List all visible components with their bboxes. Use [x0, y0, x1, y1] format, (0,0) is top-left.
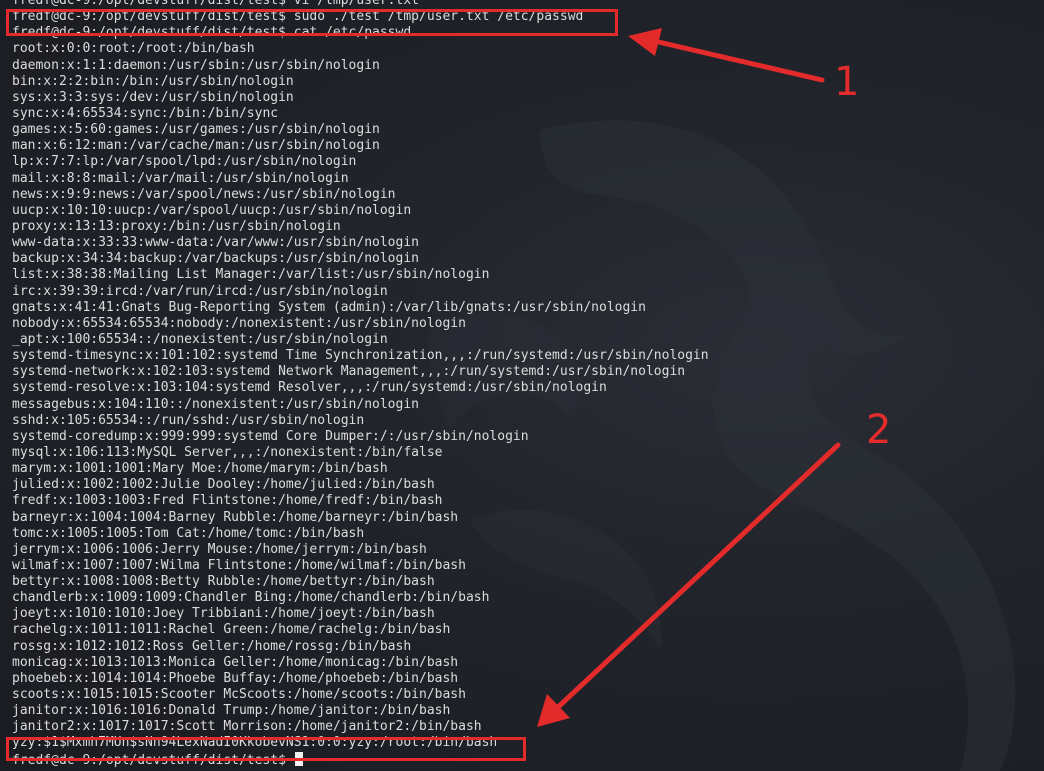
- terminal-output-line: gnats:x:41:41:Gnats Bug-Reporting System…: [12, 299, 646, 315]
- terminal-output-line: irc:x:39:39:ircd:/var/run/ircd:/usr/sbin…: [12, 283, 388, 299]
- terminal-output-line: bettyr:x:1008:1008:Betty Rubble:/home/be…: [12, 574, 435, 590]
- terminal-output-line: messagebus:x:104:110::/nonexistent:/usr/…: [12, 396, 419, 412]
- terminal-output-line: phoebeb:x:1014:1014:Phoebe Buffay:/home/…: [12, 670, 459, 686]
- terminal-output-line: _apt:x:100:65534::/nonexistent:/usr/sbin…: [12, 331, 388, 347]
- terminal-output-line: systemd-resolve:x:103:104:systemd Resolv…: [12, 380, 607, 396]
- terminal-output-line: list:x:38:38:Mailing List Manager:/var/l…: [12, 267, 490, 283]
- terminal-output-line: janitor:x:1016:1016:Donald Trump:/home/j…: [12, 703, 451, 719]
- annotation-number-2: 2: [866, 407, 892, 453]
- terminal-output-line: wilmaf:x:1007:1007:Wilma Flintstone:/hom…: [12, 557, 466, 573]
- annotation-number-1: 1: [834, 59, 860, 105]
- terminal-output-line: jerrym:x:1006:1006:Jerry Mouse:/home/jer…: [12, 541, 427, 557]
- terminal-output-line: barneyr:x:1004:1004:Barney Rubble:/home/…: [12, 509, 459, 525]
- terminal-output-line: man:x:6:12:man:/var/cache/man:/usr/sbin/…: [12, 138, 380, 154]
- terminal-output-line: mail:x:8:8:mail:/var/mail:/usr/sbin/nolo…: [12, 170, 349, 186]
- terminal-output-line: games:x:5:60:games:/usr/games:/usr/sbin/…: [12, 122, 380, 138]
- terminal-output-line: nobody:x:65534:65534:nobody:/nonexistent…: [12, 315, 466, 331]
- terminal-window[interactable]: fredf@dc-9:/opt/devstuff/dist/test$ vi /…: [0, 0, 1044, 771]
- terminal-output-line: root:x:0:0:root:/root:/bin/bash: [12, 41, 255, 57]
- terminal-output-line: rachelg:x:1011:1011:Rachel Green:/home/r…: [12, 622, 451, 638]
- terminal-output-line: yzy:$1$Mxmh7MUn$sNn94LexNadI0KkobevNS1:0…: [12, 735, 498, 751]
- terminal-output-line: www-data:x:33:33:www-data:/var/www:/usr/…: [12, 235, 419, 251]
- terminal-output-line: sync:x:4:65534:sync:/bin:/bin/sync: [12, 105, 279, 121]
- terminal-output-line: joeyt:x:1010:1010:Joey Tribbiani:/home/j…: [12, 606, 435, 622]
- terminal-output-line: julied:x:1002:1002:Julie Dooley:/home/ju…: [12, 477, 435, 493]
- terminal-output-line: daemon:x:1:1:daemon:/usr/sbin:/usr/sbin/…: [12, 57, 380, 73]
- terminal-output-line: mysql:x:106:113:MySQL Server,,,:/nonexis…: [12, 444, 443, 460]
- terminal-prompt-line: fredf@dc-9:/opt/devstuff/dist/test$ sudo…: [12, 9, 584, 25]
- terminal-output-line: lp:x:7:7:lp:/var/spool/lpd:/usr/sbin/nol…: [12, 154, 357, 170]
- terminal-output-line: monicag:x:1013:1013:Monica Geller:/home/…: [12, 654, 459, 670]
- terminal-output-line: tomc:x:1005:1005:Tom Cat:/home/tomc:/bin…: [12, 525, 365, 541]
- terminal-output-line: fredf:x:1003:1003:Fred Flintstone:/home/…: [12, 493, 443, 509]
- terminal-output-line: systemd-network:x:102:103:systemd Networ…: [12, 364, 686, 380]
- terminal-output-line: scoots:x:1015:1015:Scooter McScoots:/hom…: [12, 687, 466, 703]
- terminal-output-line: news:x:9:9:news:/var/spool/news:/usr/sbi…: [12, 186, 396, 202]
- terminal-output-line: sys:x:3:3:sys:/dev:/usr/sbin/nologin: [12, 89, 294, 105]
- terminal-output: fredf@dc-9:/opt/devstuff/dist/test$ vi /…: [12, 0, 709, 768]
- terminal-output-line: marym:x:1001:1001:Mary Moe:/home/marym:/…: [12, 461, 388, 477]
- terminal-output-line: proxy:x:13:13:proxy:/bin:/usr/sbin/nolog…: [12, 218, 341, 234]
- terminal-output-line: bin:x:2:2:bin:/bin:/usr/sbin/nologin: [12, 73, 294, 89]
- terminal-output-line: rossg:x:1012:1012:Ross Geller:/home/ross…: [12, 638, 412, 654]
- terminal-output-line: chandlerb:x:1009:1009:Chandler Bing:/hom…: [12, 590, 490, 606]
- terminal-output-line: janitor2:x:1017:1017:Scott Morrison:/hom…: [12, 719, 482, 735]
- terminal-cursor: [294, 751, 303, 766]
- terminal-output-line: backup:x:34:34:backup:/var/backups:/usr/…: [12, 251, 419, 267]
- terminal-output-line: uucp:x:10:10:uucp:/var/spool/uucp:/usr/s…: [12, 202, 412, 218]
- terminal-prompt-line: fredf@dc-9:/opt/devstuff/dist/test$: [12, 751, 709, 768]
- terminal-output-line: systemd-coredump:x:999:999:systemd Core …: [12, 428, 529, 444]
- terminal-prompt-line: fredf@dc-9:/opt/devstuff/dist/test$ cat …: [12, 25, 412, 41]
- terminal-output-line: sshd:x:105:65534::/run/sshd:/usr/sbin/no…: [12, 412, 365, 428]
- terminal-prompt-line: fredf@dc-9:/opt/devstuff/dist/test$ vi /…: [12, 0, 419, 8]
- terminal-output-line: systemd-timesync:x:101:102:systemd Time …: [12, 348, 709, 364]
